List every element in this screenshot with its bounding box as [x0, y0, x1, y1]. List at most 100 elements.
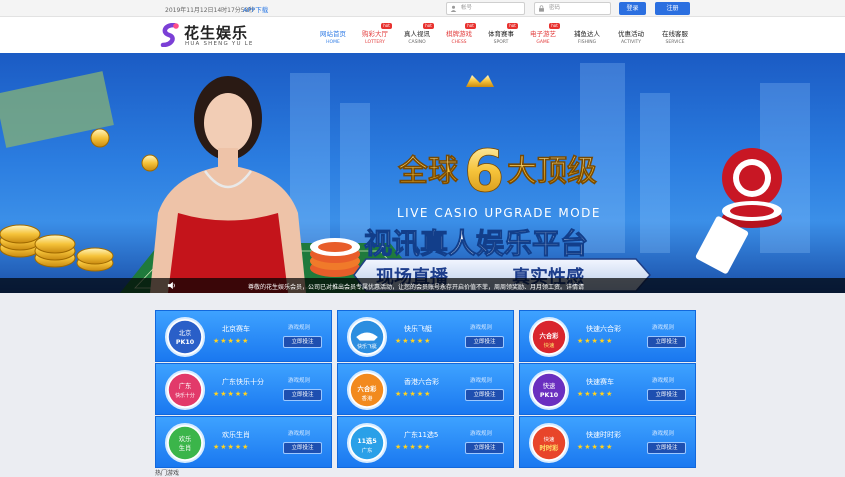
nav-casino[interactable]: hot 真人视讯 CASINO — [398, 23, 436, 45]
nav-home-sublabel: HOME — [326, 40, 340, 45]
game-card-klft[interactable]: 快乐飞艇 快乐飞艇 ★★★★★ 游戏规则 立即投注 — [337, 310, 514, 362]
gdklsf-icon-sub: 快乐十分 — [175, 392, 195, 399]
nav-chess[interactable]: hot 棋牌游戏 CHESS — [440, 23, 478, 45]
bet-now-button[interactable]: 立即投注 — [465, 389, 504, 401]
lock-icon — [539, 5, 544, 12]
game-card-gd11x5[interactable]: 11选5 广东 广东11选5 ★★★★★ 游戏规则 立即投注 — [337, 416, 514, 468]
hlsx-icon-sub: 生肖 — [179, 443, 192, 452]
speaker-icon — [167, 281, 175, 290]
nav-game-sublabel: GAME — [536, 40, 550, 45]
nav-game[interactable]: hot 电子游艺 GAME — [524, 23, 562, 45]
rating-stars: ★★★★★ — [577, 337, 614, 345]
user-icon — [450, 5, 457, 12]
register-button[interactable]: 注册 — [655, 2, 690, 15]
nav-sport-sublabel: SPORT — [493, 40, 509, 45]
game-rule-link[interactable]: 游戏规则 — [470, 429, 492, 437]
nav-activity-label: 优惠活动 — [618, 30, 644, 38]
game-card-hlsx[interactable]: 欢乐 生肖 欢乐生肖 ★★★★★ 游戏规则 立即投注 — [155, 416, 332, 468]
app-download-link[interactable]: APP下载 — [243, 4, 268, 14]
bjpk10-icon-text: 北京 — [179, 328, 192, 337]
bet-now-button[interactable]: 立即投注 — [283, 389, 322, 401]
gdklsf-icon-text: 广东 — [179, 381, 192, 390]
nav-lottery-label: 购彩大厅 — [362, 30, 388, 38]
nav-chess-sublabel: CHESS — [451, 40, 467, 45]
logo-text-en: HUA SHENG YU LE — [185, 41, 254, 47]
fast-ssc-icon-text: 时时彩 — [540, 443, 560, 452]
username-input[interactable]: 帐号 — [446, 2, 525, 15]
game-name: 快速时时彩 — [586, 431, 621, 439]
game-rule-link[interactable]: 游戏规则 — [288, 429, 310, 437]
rating-stars: ★★★★★ — [213, 443, 250, 451]
announcement-ticker[interactable]: 尊敬的花生娱乐会员，公司已对推出会员专属优惠活动，让您的会员账号永存开启价值不菲… — [0, 278, 845, 293]
hot-badge: hot — [423, 23, 434, 29]
nav-lottery[interactable]: hot 购彩大厅 LOTTERY — [356, 23, 394, 45]
bet-now-button[interactable]: 立即投注 — [465, 336, 504, 348]
game-rule-link[interactable]: 游戏规则 — [288, 376, 310, 384]
hot-badge: hot — [507, 23, 518, 29]
site-logo[interactable]: 花生娱乐 HUA SHENG YU LE — [160, 21, 270, 51]
password-input[interactable]: 密码 — [534, 2, 611, 15]
game-rule-link[interactable]: 游戏规则 — [470, 376, 492, 384]
login-button[interactable]: 登录 — [619, 2, 646, 15]
bet-now-button[interactable]: 立即投注 — [647, 336, 686, 348]
bet-now-button[interactable]: 立即投注 — [647, 442, 686, 454]
game-card-gdklsf[interactable]: 广东 快乐十分 广东快乐十分 ★★★★★ 游戏规则 立即投注 — [155, 363, 332, 415]
rating-stars: ★★★★★ — [395, 443, 432, 451]
rating-stars: ★★★★★ — [213, 390, 250, 398]
game-rule-link[interactable]: 游戏规则 — [652, 429, 674, 437]
game-card-fast-ssc[interactable]: 快速 时时彩 快速时时彩 ★★★★★ 游戏规则 立即投注 — [519, 416, 696, 468]
game-name: 北京赛车 — [222, 325, 250, 333]
game-card-hk-lhc[interactable]: 六合彩 香港 香港六合彩 ★★★★★ 游戏规则 立即投注 — [337, 363, 514, 415]
nav-activity-sublabel: ACTIVITY — [620, 40, 642, 45]
game-rule-link[interactable]: 游戏规则 — [652, 376, 674, 384]
nav-lottery-sublabel: LOTTERY — [365, 40, 385, 45]
gd11x5-icon-text: 11选5 — [357, 436, 376, 445]
game-card-fast-lhc[interactable]: 六合彩 快速 快速六合彩 ★★★★★ 游戏规则 立即投注 — [519, 310, 696, 362]
rating-stars: ★★★★★ — [213, 337, 250, 345]
nav-sport[interactable]: hot 体育赛事 SPORT — [482, 23, 520, 45]
username-placeholder: 帐号 — [461, 5, 473, 11]
nav-fishing[interactable]: 捕鱼达人 FISHING — [568, 28, 606, 45]
rating-stars: ★★★★★ — [577, 443, 614, 451]
bet-now-button[interactable]: 立即投注 — [283, 442, 322, 454]
hk-lhc-icon: 六合彩香港 — [347, 370, 387, 410]
game-rule-link[interactable]: 游戏规则 — [652, 323, 674, 331]
nav-fishing-label: 捕鱼达人 — [574, 30, 600, 38]
game-rule-link[interactable]: 游戏规则 — [288, 323, 310, 331]
fast-pk10-icon-text: 快速 — [543, 381, 556, 390]
fast-lhc-icon: 六合彩快速 — [529, 317, 569, 357]
banner-headline-a: 全球 — [397, 154, 459, 189]
top-bar: 2019年11月12日14时17分58秒 APP下载 帐号 密码 登录 注册 — [0, 0, 845, 17]
nav-fishing-sublabel: FISHING — [577, 40, 597, 45]
nav-service-sublabel: SERVICE — [665, 40, 685, 45]
logo-mark-icon — [160, 23, 179, 47]
bet-now-button[interactable]: 立即投注 — [647, 389, 686, 401]
hot-badge: hot — [549, 23, 560, 29]
nav-service[interactable]: 在线客服 SERVICE — [656, 28, 694, 45]
nav-chess-label: 棋牌游戏 — [446, 30, 472, 38]
hot-games-label: 热门游戏 — [155, 470, 180, 477]
password-placeholder: 密码 — [549, 5, 561, 11]
fast-pk10-icon-sub: PK10 — [540, 392, 559, 399]
game-name: 快速六合彩 — [586, 325, 621, 333]
site-header: 花生娱乐 HUA SHENG YU LE 网站首页 HOME hot 购彩大厅 … — [0, 17, 845, 53]
bet-now-button[interactable]: 立即投注 — [283, 336, 322, 348]
nav-service-label: 在线客服 — [662, 30, 688, 38]
fast-ssc-icon: 快速时时彩 — [529, 423, 569, 463]
hot-badge: hot — [465, 23, 476, 29]
game-rule-link[interactable]: 游戏规则 — [470, 323, 492, 331]
game-name: 欢乐生肖 — [222, 431, 250, 439]
nav-activity[interactable]: 优惠活动 ACTIVITY — [612, 28, 650, 45]
game-name: 广东11选5 — [404, 431, 439, 439]
nav-home[interactable]: 网站首页 HOME — [314, 28, 352, 45]
fast-lhc-icon-sub: 快速 — [544, 341, 555, 349]
nav-game-label: 电子游艺 — [530, 30, 556, 38]
hlsx-icon-text: 欢乐 — [179, 434, 192, 443]
hlsx-icon: 欢乐生肖 — [165, 423, 205, 463]
fast-ssc-icon-sub: 快速 — [544, 435, 555, 443]
hero-banner[interactable]: 全球 6 大顶级 LIVE CASIO UPGRADE MODE 视讯真人娱乐平… — [0, 53, 845, 293]
bet-now-button[interactable]: 立即投注 — [465, 442, 504, 454]
game-card-fast-pk10[interactable]: 快速 PK10 快速赛车 ★★★★★ 游戏规则 立即投注 — [519, 363, 696, 415]
game-card-bjpk10[interactable]: 北京 PK10 北京赛车 ★★★★★ 游戏规则 立即投注 — [155, 310, 332, 362]
banner-title2: 视讯真人娱乐平台 — [364, 227, 588, 260]
